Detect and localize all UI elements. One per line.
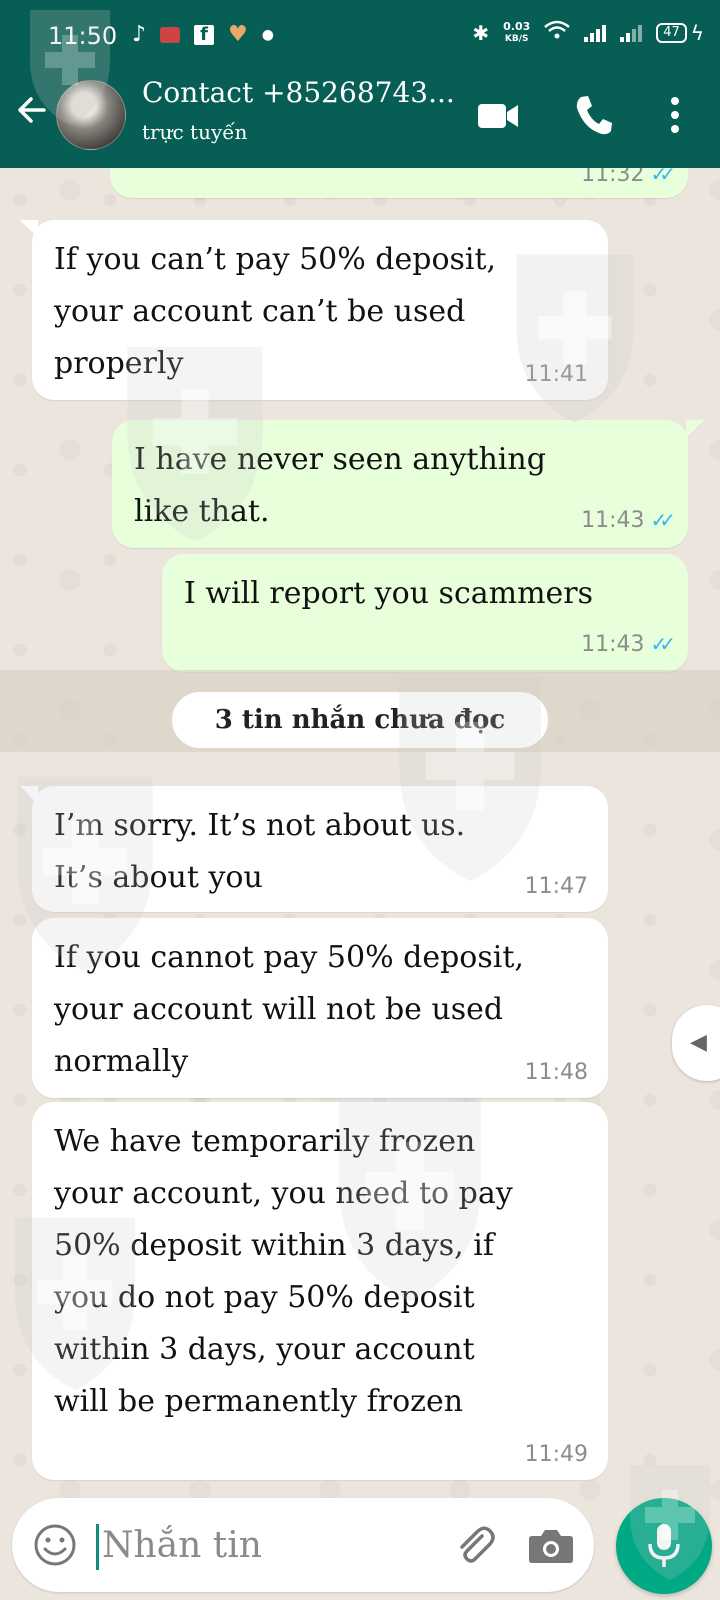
- facebook-icon: f: [194, 24, 215, 45]
- message-bubble-outgoing[interactable]: I have never seen anything like that. 11…: [112, 420, 688, 548]
- message-composer: [12, 1498, 594, 1592]
- message-time: 11:49: [524, 1442, 588, 1467]
- microphone-icon: [648, 1524, 680, 1567]
- back-button[interactable]: [14, 92, 54, 138]
- back-arrow-icon: [18, 97, 46, 123]
- more-notifications-dot-icon: ●: [261, 26, 274, 43]
- message-text: I have never seen anything like that.: [134, 442, 546, 529]
- message-bubble-incoming[interactable]: I’m sorry. It’s not about us. It’s about…: [32, 786, 608, 912]
- read-receipt-icon: ✓✓: [650, 508, 675, 532]
- contact-name[interactable]: Contact +85268743...: [142, 76, 455, 109]
- message-text: I’m sorry. It’s not about us. It’s about…: [54, 808, 466, 895]
- message-time: 11:41: [524, 362, 588, 387]
- message-time: 11:43 ✓✓: [581, 632, 676, 657]
- message-bubble-incoming[interactable]: If you can’t pay 50% deposit, your accou…: [32, 220, 608, 400]
- message-bubble-incoming[interactable]: We have temporarily frozen your account,…: [32, 1102, 608, 1480]
- message-text: If you can’t pay 50% deposit, your accou…: [54, 242, 497, 381]
- net-speed: 0.03 KB/S: [503, 21, 530, 45]
- read-receipt-icon: ✓✓: [650, 632, 675, 656]
- net-speed-unit: KB/S: [504, 33, 529, 44]
- voice-message-button[interactable]: [616, 1498, 712, 1594]
- overflow-menu-button[interactable]: [660, 92, 690, 138]
- status-bar: 11:50 ♪ f ♥ ● ✱ 0.03 KB/S 47 ϟ: [0, 0, 720, 70]
- message-time: 11:43 ✓✓: [581, 508, 676, 533]
- signal-1-icon: [584, 24, 607, 42]
- camera-icon: [529, 1530, 573, 1563]
- message-bubble-outgoing[interactable]: I will report you scammers 11:43 ✓✓: [162, 554, 688, 672]
- text-caret: [96, 1524, 99, 1570]
- video-call-button[interactable]: [476, 98, 520, 134]
- message-text: We have temporarily frozen your account,…: [54, 1124, 513, 1419]
- chevron-left-icon: ◀: [690, 1030, 707, 1055]
- status-time: 11:50: [48, 22, 118, 50]
- message-bubble-incoming[interactable]: If you cannot pay 50% deposit, your acco…: [32, 918, 608, 1098]
- unread-messages-badge: 3 tin nhắn chưa đọc: [172, 692, 548, 748]
- paperclip-icon: [460, 1526, 495, 1563]
- emoji-button[interactable]: [32, 1522, 78, 1568]
- camera-button[interactable]: [526, 1522, 576, 1568]
- signal-2-icon: [620, 24, 643, 42]
- bluetooth-icon: ✱: [472, 20, 490, 45]
- chat-header: Contact +85268743... trực tuyến: [0, 70, 720, 168]
- message-text: I will report you scammers: [184, 576, 594, 611]
- notification-icons: ♪ f ♥ ●: [132, 22, 274, 47]
- app-icon: [160, 26, 181, 43]
- message-time-value: 11:43: [581, 632, 645, 657]
- message-time-value: 11:43: [581, 508, 645, 533]
- emoji-icon: [34, 1524, 76, 1566]
- tiktok-icon: ♪: [132, 22, 147, 47]
- message-time: 11:47: [524, 874, 588, 899]
- charging-icon: ϟ: [690, 20, 704, 45]
- system-icons: ✱ 0.03 KB/S 47 ϟ: [472, 20, 704, 45]
- net-speed-value: 0.03: [503, 19, 531, 33]
- voice-call-button[interactable]: [572, 92, 614, 138]
- phone-icon: [576, 96, 612, 135]
- battery-icon: 47: [656, 22, 687, 43]
- message-time: 11:48: [524, 1060, 588, 1085]
- video-camera-icon: [478, 104, 518, 128]
- health-heart-icon: ♥: [228, 22, 248, 47]
- contact-avatar[interactable]: [56, 80, 126, 150]
- contact-status: trực tuyến: [142, 120, 248, 144]
- message-text: If you cannot pay 50% deposit, your acco…: [54, 940, 524, 1079]
- message-input[interactable]: [102, 1516, 432, 1574]
- more-vert-icon: [671, 97, 679, 133]
- bubble-tail: [20, 220, 38, 238]
- wifi-icon: [544, 20, 571, 45]
- bubble-tail: [20, 786, 38, 804]
- attach-button[interactable]: [452, 1522, 498, 1568]
- bubble-tail: [686, 420, 704, 438]
